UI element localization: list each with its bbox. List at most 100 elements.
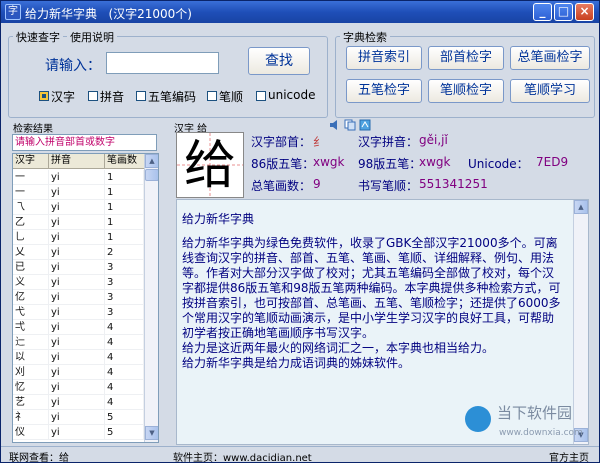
table-row[interactable]: 艺 yi 4 [13,395,144,410]
stroke-order-study-button[interactable]: 笔顺学习 [510,79,590,103]
table-row[interactable]: 乁 yi 1 [13,200,144,215]
cell-hanzi: 弌 [13,320,49,334]
cell-strokes: 1 [105,170,144,184]
cell-strokes: 1 [105,230,144,244]
cell-pinyin: yi [49,215,105,229]
maximize-button[interactable]: □ [554,3,573,21]
cell-pinyin: yi [49,230,105,244]
unicode-checkbox-label[interactable]: unicode [268,88,315,102]
description-panel[interactable]: 给力新华字典 给力新华字典为绿色免费软件，收录了GBK全部汉字21000多个。可… [176,199,589,445]
cell-hanzi: 艺 [13,395,49,409]
results-scrollbar[interactable]: ▲ ▼ [144,154,158,442]
quick-lookup-title: 快速查字 [13,29,63,45]
scroll-thumb[interactable] [145,169,158,181]
cell-hanzi: 刈 [13,365,49,379]
big-character: 给 [183,136,236,196]
table-row[interactable]: 刈 yi 4 [13,365,144,380]
stroke-animation-icon[interactable] [359,119,371,131]
cell-strokes: 3 [105,260,144,274]
cell-strokes: 2 [105,245,144,259]
table-row[interactable]: 亿 yi 3 [13,290,144,305]
table-row[interactable]: 乙 yi 1 [13,215,144,230]
close-button[interactable]: × [575,3,594,21]
cell-hanzi: 忆 [13,380,49,394]
window-title: 给力新华字典 (汉字21000个) [25,7,192,21]
unicode-checkbox[interactable] [256,91,266,101]
minimize-button[interactable]: _ [533,3,552,21]
description-paragraph: 给力是这近两年最火的网络词汇之一，本字典也相当给力。 [182,341,495,355]
cell-hanzi: 乙 [13,215,49,229]
total-strokes-lookup-button[interactable]: 总笔画检字 [510,46,590,70]
cell-pinyin: yi [49,245,105,259]
description-scrollbar[interactable]: ▲ ▼ [573,200,588,444]
description-paragraph: 给力新华字典为绿色免费软件，收录了GBK全部汉字21000多个。可离线查询汉字的… [182,236,561,340]
wubi98-label: 98版五笔： [358,157,422,171]
radical-value: 纟 [313,135,326,149]
stroke-order-checkbox[interactable] [207,91,217,101]
cell-hanzi: 弋 [13,305,49,319]
table-row[interactable]: 辷 yi 4 [13,335,144,350]
radical-lookup-button[interactable]: 部首检字 [428,46,504,70]
search-button[interactable]: 查找 [248,47,310,75]
pinyin-index-button[interactable]: 拼音索引 [346,46,422,70]
wubi98-value: xwgk [419,155,451,169]
table-row[interactable]: 以 yi 4 [13,350,144,365]
cell-hanzi: 一 [13,185,49,199]
hanzi-checkbox-label[interactable]: 汉字 [51,88,75,105]
total-strokes-value: 9 [313,177,321,191]
usage-link[interactable]: 使用说明 [67,29,117,45]
description-text: 给力新华字典 给力新华字典为绿色免费软件，收录了GBK全部汉字21000多个。可… [182,212,562,371]
table-row[interactable]: 乚 yi 1 [13,230,144,245]
stroke-order-lookup-button[interactable]: 笔顺检字 [428,79,504,103]
results-table[interactable]: 汉字 拼音 笔画数 一 yi 1 一 yi 1 乁 yi 1 乙 yi 1 乚 yi 1 乂 yi 2 已 yi 3 义 y… [12,153,159,443]
table-row[interactable]: 弌 yi 4 [13,320,144,335]
description-heading: 给力新华字典 [182,212,255,226]
column-header-hanzi[interactable]: 汉字 [13,154,49,168]
table-row[interactable]: 仪 yi 5 [13,425,144,440]
cell-strokes: 3 [105,305,144,319]
status-official-link[interactable]: 官方主页 [549,449,589,463]
pinyin-checkbox[interactable] [88,91,98,101]
stroke-order-checkbox-label[interactable]: 笔顺 [219,88,243,105]
scroll-up-arrow-icon[interactable]: ▲ [145,154,158,168]
column-header-strokes[interactable]: 笔画数 [105,154,145,168]
wubi-checkbox[interactable] [136,91,146,101]
cell-pinyin: yi [49,395,105,409]
column-header-pinyin[interactable]: 拼音 [49,154,105,168]
app-icon: 字 [5,4,21,20]
table-row[interactable]: 已 yi 3 [13,260,144,275]
copy-icon[interactable] [344,119,356,131]
unicode-value: 7ED9 [536,155,569,169]
stroke-order-label: 书写笔顺： [358,179,419,193]
wubi-checkbox-label[interactable]: 五笔编码 [148,88,196,105]
hanzi-checkbox[interactable] [39,91,49,101]
sound-icon[interactable] [329,119,341,131]
dictionary-search-title: 字典检索 [340,29,390,45]
table-row[interactable]: 弋 yi 3 [13,305,144,320]
cell-hanzi: 已 [13,260,49,274]
scroll-up-arrow-icon[interactable]: ▲ [574,200,588,214]
status-online-lookup[interactable]: 联网查看：给 [9,449,69,463]
cell-pinyin: yi [49,335,105,349]
cell-hanzi: 以 [13,350,49,364]
table-row[interactable]: 义 yi 3 [13,275,144,290]
table-row[interactable]: 乂 yi 2 [13,245,144,260]
cell-pinyin: yi [49,170,105,184]
status-homepage[interactable]: 软件主页：www.dacidian.net [173,449,312,463]
cell-pinyin: yi [49,305,105,319]
results-hint[interactable]: 请输入拼音部首或数字 [12,134,157,151]
pinyin-checkbox-label[interactable]: 拼音 [100,88,124,105]
wubi86-value: xwgk [313,155,345,169]
cell-hanzi: 义 [13,275,49,289]
table-row[interactable]: 忆 yi 4 [13,380,144,395]
cell-hanzi: 乁 [13,200,49,214]
table-row[interactable]: 一 yi 1 [13,170,144,185]
cell-hanzi: 乂 [13,245,49,259]
table-row[interactable]: 一 yi 1 [13,185,144,200]
table-row[interactable]: 礻 yi 5 [13,410,144,425]
search-input[interactable] [106,52,219,74]
wubi-lookup-button[interactable]: 五笔检字 [346,79,422,103]
title-bar[interactable]: 字 给力新华字典 (汉字21000个) _ □ × [1,1,599,23]
cell-pinyin: yi [49,425,105,439]
scroll-down-arrow-icon[interactable]: ▼ [145,426,158,440]
